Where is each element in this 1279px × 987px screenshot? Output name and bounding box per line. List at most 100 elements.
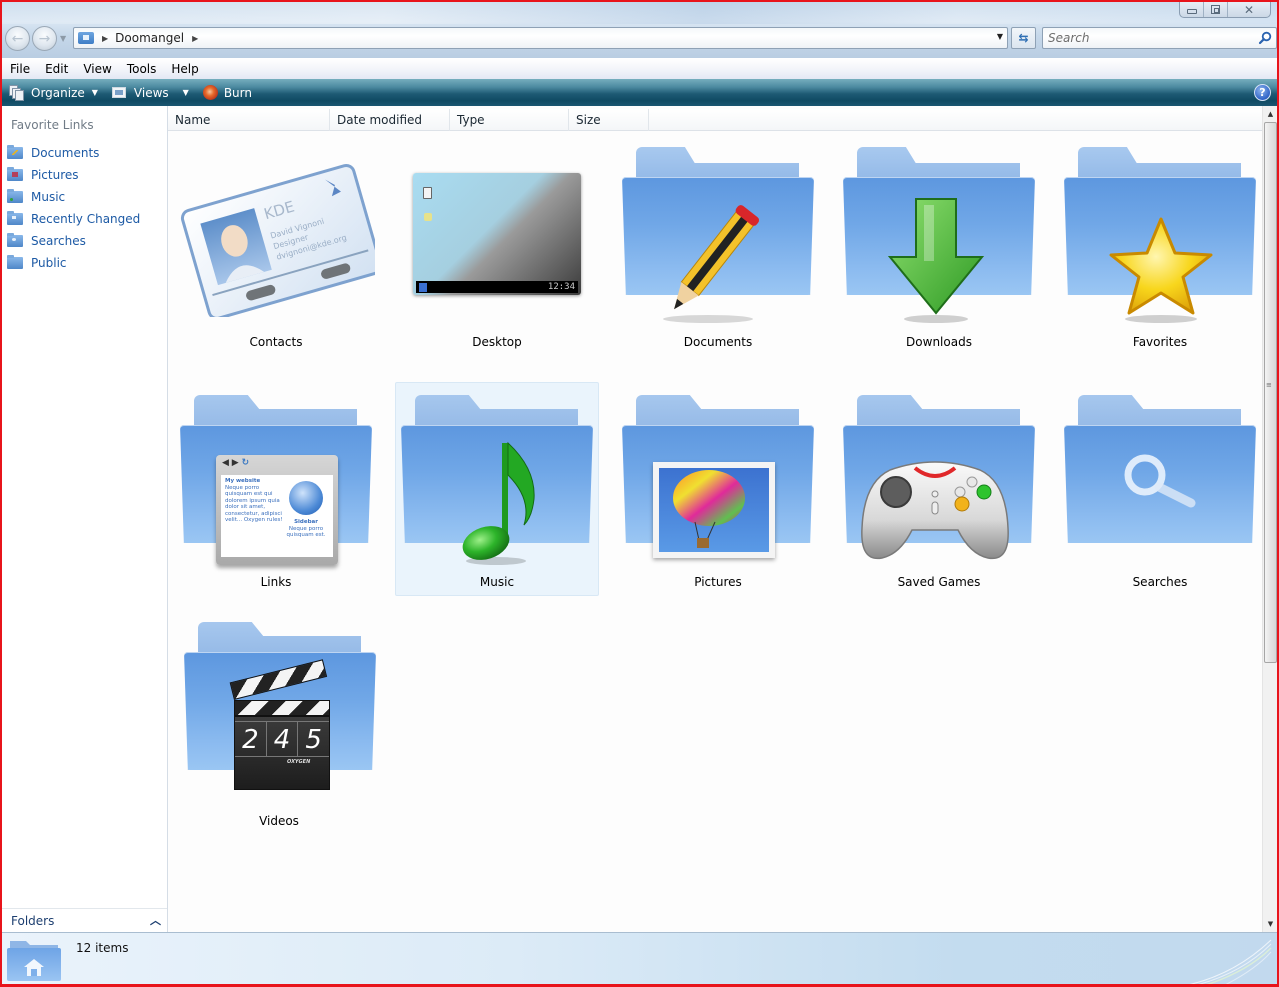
home-folder-icon: [7, 941, 61, 981]
explorer-window: ✕ ← → ▼ ▶ Doomangel ▶ ▼ ⇆ File Edit View…: [0, 0, 1279, 987]
title-bar: ✕ ← → ▼ ▶ Doomangel ▶ ▼ ⇆: [2, 2, 1277, 58]
item-desktop[interactable]: 12:34 Desktop: [395, 142, 599, 356]
breadcrumb-separator-icon[interactable]: ▶: [102, 34, 108, 43]
vertical-scrollbar[interactable]: ▲ ≡ ▼: [1262, 106, 1277, 932]
favorite-links-heading: Favorite Links: [11, 118, 94, 132]
forward-arrow-icon: →: [38, 30, 51, 47]
item-music[interactable]: Music: [395, 382, 599, 596]
item-searches[interactable]: Searches: [1058, 382, 1262, 596]
item-downloads[interactable]: Downloads: [837, 142, 1041, 356]
clapper-digit: 2: [235, 722, 267, 756]
minimize-icon: [1186, 8, 1197, 14]
scroll-down-icon[interactable]: ▼: [1263, 916, 1277, 932]
searches-folder-icon: [7, 233, 23, 247]
column-header-date-modified[interactable]: Date modified: [330, 109, 450, 131]
column-header-type[interactable]: Type: [450, 109, 569, 131]
sidebar-item-documents[interactable]: Documents: [7, 142, 140, 164]
column-header-size[interactable]: Size: [569, 109, 649, 131]
download-arrow-icon: [887, 198, 985, 323]
web-page-icon: ◀ ▶ ↻ My website Neque porro quisquam es…: [216, 455, 338, 565]
globe-icon: [289, 481, 323, 515]
command-bar: Organize ▼ Views ▼ Burn ?: [2, 79, 1277, 106]
forward-button[interactable]: →: [32, 26, 57, 51]
contact-card-icon: KDE David Vignoni Designer dvignoni@kde.…: [180, 163, 375, 317]
file-list-pane: Name Date modified Type Size KDE David V…: [168, 106, 1264, 932]
scroll-up-icon[interactable]: ▲: [1263, 106, 1277, 122]
item-label: Pictures: [694, 575, 742, 589]
item-favorites[interactable]: Favorites: [1058, 142, 1262, 356]
star-icon: [1109, 217, 1213, 323]
burn-button[interactable]: Burn: [197, 79, 258, 106]
item-count: 12 items: [76, 941, 129, 955]
sidebar-item-label: Recently Changed: [31, 212, 141, 226]
maximize-button[interactable]: [1204, 2, 1228, 17]
gamepad-icon: [861, 461, 1009, 560]
views-icon: [111, 87, 126, 98]
item-links[interactable]: ◀ ▶ ↻ My website Neque porro quisquam es…: [174, 382, 378, 596]
breadcrumb-separator-icon[interactable]: ▶: [192, 34, 198, 43]
search-input[interactable]: [1048, 31, 1248, 45]
item-videos[interactable]: 2 4 5 OXYGEN Videos: [174, 612, 378, 832]
item-pictures[interactable]: Pictures: [616, 382, 820, 596]
address-bar[interactable]: ▶ Doomangel ▶ ▼: [73, 27, 1008, 49]
views-button[interactable]: Views ▼: [106, 79, 195, 106]
item-label: Music: [479, 575, 515, 589]
help-icon[interactable]: ?: [1254, 84, 1271, 101]
item-label: Contacts: [249, 335, 303, 349]
sidebar-item-label: Pictures: [31, 168, 79, 182]
pencil-icon: [663, 205, 760, 323]
refresh-icon: ⇆: [1018, 31, 1029, 45]
sidebar-item-searches[interactable]: Searches: [7, 230, 140, 252]
sidebar-item-public[interactable]: Public: [7, 252, 140, 274]
back-arrow-icon: ←: [11, 30, 24, 47]
recent-folder-icon: [7, 211, 23, 225]
menu-bar: File Edit View Tools Help: [2, 58, 1277, 79]
search-box: [1042, 27, 1277, 49]
item-contacts[interactable]: KDE David Vignoni Designer dvignoni@kde.…: [174, 142, 378, 356]
search-icon[interactable]: [1258, 31, 1272, 45]
navigation-pane: Favorite Links Documents Pictures Music …: [2, 106, 168, 932]
chevron-down-icon: ▼: [91, 88, 98, 97]
kde-menu-icon: [419, 282, 427, 292]
music-note-icon: [462, 441, 535, 565]
preview-clock: 12:34: [547, 282, 575, 292]
window-controls: ✕: [1179, 2, 1271, 18]
home-icon: [424, 213, 432, 221]
column-header-name[interactable]: Name: [168, 109, 330, 131]
sidebar-item-label: Public: [31, 256, 67, 270]
burn-label: Burn: [223, 85, 252, 100]
item-label: Desktop: [472, 335, 522, 349]
item-label: Documents: [683, 335, 753, 349]
sidebar-item-label: Music: [31, 190, 66, 204]
menu-tools[interactable]: Tools: [127, 62, 157, 76]
menu-edit[interactable]: Edit: [45, 62, 68, 76]
music-folder-icon: [7, 189, 23, 203]
back-button[interactable]: ←: [5, 26, 30, 51]
item-label: Videos: [259, 814, 299, 828]
maximize-icon: [1211, 5, 1220, 14]
menu-view[interactable]: View: [83, 62, 111, 76]
item-label: Favorites: [1132, 335, 1188, 349]
pictures-folder-icon: [7, 167, 23, 181]
sidebar-item-pictures[interactable]: Pictures: [7, 164, 140, 186]
menu-file[interactable]: File: [10, 62, 30, 76]
refresh-button[interactable]: ⇆: [1011, 27, 1036, 49]
item-documents[interactable]: Documents: [616, 142, 820, 356]
item-saved-games[interactable]: Saved Games: [837, 382, 1041, 596]
scrollbar-thumb[interactable]: [1264, 122, 1277, 663]
address-dropdown-icon[interactable]: ▼: [997, 32, 1003, 41]
minimize-button[interactable]: [1180, 2, 1204, 17]
sidebar-item-recently-changed[interactable]: Recently Changed: [7, 208, 140, 230]
decorative-swoosh: [1189, 939, 1272, 984]
recent-pages-dropdown[interactable]: ▼: [60, 34, 66, 43]
browser-nav-icons: ◀ ▶ ↻: [222, 458, 250, 468]
breadcrumb-doomangel[interactable]: Doomangel: [115, 31, 184, 45]
burn-disc-icon: [202, 85, 218, 100]
organize-button[interactable]: Organize ▼: [2, 79, 104, 106]
close-button[interactable]: ✕: [1228, 2, 1270, 17]
documents-folder-icon: [7, 145, 23, 159]
menu-help[interactable]: Help: [171, 62, 198, 76]
chevron-down-icon: ▼: [182, 88, 189, 97]
sidebar-item-music[interactable]: Music: [7, 186, 140, 208]
folders-toggle[interactable]: Folders ︿: [2, 908, 167, 932]
